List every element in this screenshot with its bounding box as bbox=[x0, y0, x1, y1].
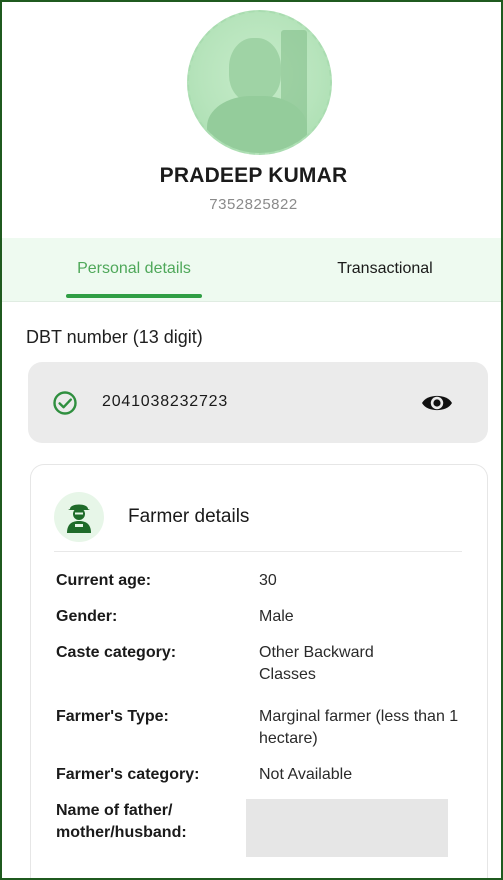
dbt-number-value: 2041038232723 bbox=[102, 393, 229, 410]
profile-phone: 7352825822 bbox=[209, 196, 298, 213]
row-value-farmers-category: Not Available bbox=[259, 766, 353, 783]
row-value-current-age: 30 bbox=[259, 572, 277, 589]
avatar[interactable] bbox=[187, 10, 332, 155]
row-label-current-age: Current age: bbox=[56, 572, 152, 589]
row-label-farmers-category: Farmer's category: bbox=[56, 766, 200, 783]
tab-bar: Personal details Transactional bbox=[2, 238, 501, 302]
dbt-number-label: DBT number (13 digit) bbox=[26, 327, 203, 347]
check-circle-icon bbox=[53, 391, 77, 415]
active-tab-indicator bbox=[66, 294, 202, 298]
card-divider bbox=[54, 551, 462, 552]
farmer-icon bbox=[67, 504, 91, 533]
dbt-number-field bbox=[28, 362, 488, 443]
row-label-caste-category: Caste category: bbox=[56, 644, 177, 661]
avatar-body bbox=[207, 96, 307, 153]
row-value-farmers-type: Marginal farmer (less than 1 hectare) bbox=[259, 708, 459, 747]
row-value-caste-category: Other Backward Classes bbox=[259, 644, 374, 683]
row-value-gender: Male bbox=[259, 608, 294, 625]
app-frame: PRADEEP KUMAR 7352825822 Personal detail… bbox=[0, 0, 503, 880]
avatar-head bbox=[229, 38, 281, 102]
farmer-details-title: Farmer details bbox=[128, 506, 250, 527]
row-label-parent-spouse-name: Name of father/ mother/husband: bbox=[56, 802, 187, 841]
profile-name: PRADEEP KUMAR bbox=[159, 164, 348, 187]
tab-personal-details[interactable]: Personal details bbox=[26, 238, 242, 302]
redacted-value bbox=[246, 799, 448, 857]
row-label-farmers-type: Farmer's Type: bbox=[56, 708, 169, 725]
eye-icon[interactable] bbox=[420, 388, 454, 418]
tab-transactional[interactable]: Transactional bbox=[277, 238, 493, 302]
row-label-gender: Gender: bbox=[56, 608, 118, 625]
